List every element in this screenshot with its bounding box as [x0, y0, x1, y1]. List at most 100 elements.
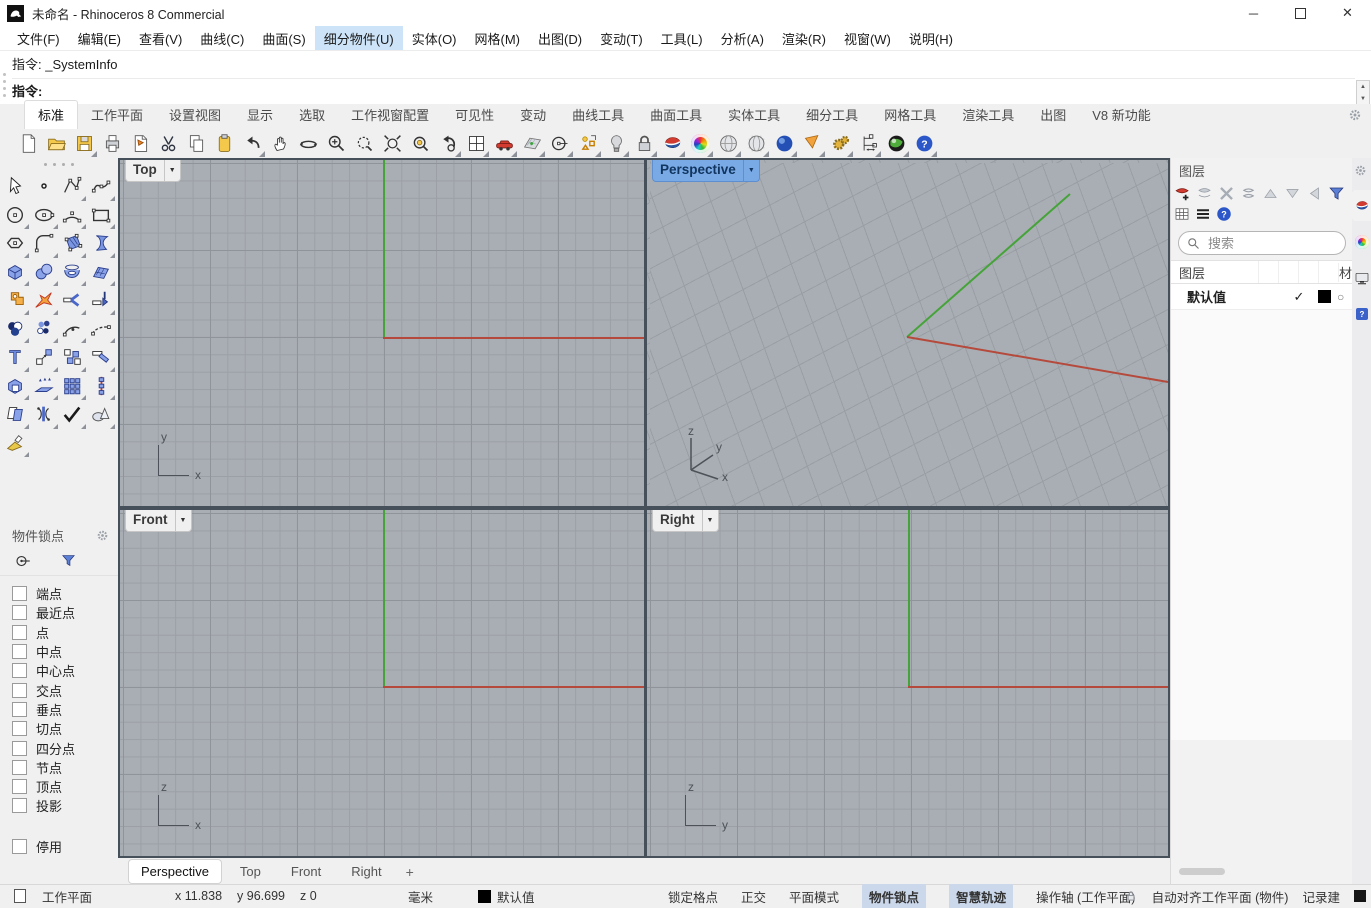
patch-tool-icon[interactable] — [87, 258, 116, 287]
print-icon[interactable] — [99, 131, 125, 157]
osnap-option[interactable]: 四分点 — [12, 738, 118, 757]
panel-help-icon[interactable]: ? — [1215, 205, 1233, 223]
explode-puzzle-icon[interactable] — [1, 286, 30, 315]
move-left-icon[interactable] — [1305, 184, 1324, 203]
menu-item[interactable]: 曲线(C) — [191, 26, 253, 51]
toolbar-tab[interactable]: 工作视窗配置 — [338, 101, 442, 129]
duplicate-layer-icon[interactable] — [1239, 184, 1258, 203]
viewport-canvas-front[interactable]: zx Front ▼ — [120, 510, 644, 856]
status-toggle[interactable]: 平面模式 — [789, 887, 839, 906]
maximize-icon[interactable] — [1277, 0, 1324, 26]
new-layer-icon[interactable] — [1173, 184, 1192, 203]
split-tool-icon[interactable] — [87, 286, 116, 315]
new-file-icon[interactable] — [15, 131, 41, 157]
current-layer-pane[interactable]: 默认值 — [478, 885, 535, 907]
osnap-option[interactable]: 投影 — [12, 796, 118, 815]
toolbar-tab[interactable]: V8 新功能 — [1079, 101, 1164, 129]
checkbox[interactable] — [12, 586, 27, 602]
undo-icon[interactable] — [239, 131, 265, 157]
checkbox[interactable] — [12, 663, 27, 679]
viewport-label-front[interactable]: Front ▼ — [125, 510, 192, 532]
options-gears-icon[interactable] — [827, 131, 853, 157]
toolbar-tab[interactable]: 曲面工具 — [637, 101, 715, 129]
layer-list-empty-area[interactable] — [1171, 309, 1353, 740]
surface-from-points-icon[interactable] — [58, 229, 87, 258]
set-cplane-icon[interactable] — [519, 131, 545, 157]
toolbar-tab[interactable]: 设置视图 — [156, 101, 234, 129]
units-pane[interactable]: 毫米 — [408, 887, 433, 906]
solid-union-icon[interactable] — [1, 372, 30, 401]
checkbox[interactable] — [12, 721, 27, 737]
menu-lines-icon[interactable] — [1194, 205, 1212, 223]
array-tool-icon[interactable] — [58, 372, 87, 401]
check-tool-icon[interactable] — [58, 400, 87, 429]
copy-icon[interactable] — [183, 131, 209, 157]
osnap-option[interactable]: 中点 — [12, 642, 118, 661]
osnap-option[interactable]: 交点 — [12, 680, 118, 699]
menu-item[interactable]: 编辑(E) — [69, 26, 130, 51]
text-tool-icon[interactable]: T — [1, 343, 30, 372]
linear-array-tool-icon[interactable] — [87, 372, 116, 401]
delete-layer-icon[interactable] — [1217, 184, 1236, 203]
toolbar-tab[interactable]: 渲染工具 — [949, 101, 1027, 129]
blend-curve-icon[interactable] — [87, 315, 116, 344]
viewport-label-perspective[interactable]: Perspective ▼ — [652, 160, 760, 182]
shaded-viewport-icon[interactable] — [715, 131, 741, 157]
menu-item[interactable]: 分析(A) — [712, 26, 773, 51]
orient-tool-icon[interactable] — [30, 400, 58, 429]
materials-tab-icon[interactable] — [1352, 226, 1371, 257]
explode-burst-icon[interactable] — [30, 286, 58, 315]
gear-icon[interactable] — [95, 528, 110, 543]
loft-tool-icon[interactable] — [58, 258, 87, 287]
select-cursor-icon[interactable] — [1, 172, 29, 201]
viewport-tab[interactable]: Front — [279, 860, 333, 883]
checkbox[interactable] — [12, 740, 27, 756]
named-views-icon[interactable] — [491, 131, 517, 157]
cplane-pane[interactable]: 工作平面 — [42, 887, 92, 906]
save-icon[interactable] — [71, 131, 97, 157]
close-icon[interactable]: ✕ — [1324, 0, 1371, 26]
selection-filter-icon[interactable] — [575, 131, 601, 157]
cut-icon[interactable] — [155, 131, 181, 157]
filter-funnel-icon[interactable] — [1327, 184, 1346, 203]
osnap-option[interactable]: 中心点 — [12, 661, 118, 680]
copy-tool-icon[interactable] — [58, 343, 87, 372]
paste-icon[interactable] — [211, 131, 237, 157]
adjust-curve-icon[interactable] — [58, 315, 87, 344]
rotate-view-icon[interactable] — [295, 131, 321, 157]
toolbar-tab[interactable]: 可见性 — [442, 101, 507, 129]
new-sublayer-icon[interactable] — [1195, 184, 1214, 203]
render-globe-icon[interactable] — [883, 131, 909, 157]
checkbox[interactable] — [12, 682, 27, 698]
menu-item[interactable]: 出图(D) — [529, 26, 591, 51]
osnap-tab-icon[interactable] — [14, 552, 32, 570]
search-input[interactable] — [1206, 234, 1320, 252]
checkbox[interactable] — [12, 798, 27, 814]
palette-grip[interactable] — [0, 158, 118, 170]
osnap-option[interactable]: 端点 — [12, 584, 118, 603]
viewport-tab[interactable]: Perspective — [128, 859, 222, 884]
menu-item[interactable]: 文件(F) — [8, 26, 69, 51]
rendered-viewport-icon[interactable] — [771, 131, 797, 157]
osnap-option[interactable]: 顶点 — [12, 777, 118, 796]
trim-tool-icon[interactable] — [58, 286, 87, 315]
layer-search-box[interactable] — [1178, 231, 1346, 255]
circle-tool-icon[interactable] — [1, 201, 30, 230]
viewport-label-top[interactable]: Top ▼ — [125, 160, 181, 182]
status-toggle[interactable]: 物件锁点 — [862, 883, 927, 908]
zoom-window-icon[interactable] — [351, 131, 377, 157]
menu-item[interactable]: 变动(T) — [591, 26, 652, 51]
toolbar-tab[interactable]: 选取 — [286, 101, 338, 129]
open-file-icon[interactable] — [43, 131, 69, 157]
help-tab-icon[interactable]: ? — [1352, 298, 1371, 329]
toolbar-tab[interactable]: 网格工具 — [871, 101, 949, 129]
status-toggle[interactable]: 智慧轨迹 — [949, 883, 1014, 908]
osnap-option[interactable]: 垂点 — [12, 700, 118, 719]
checkbox[interactable] — [12, 624, 27, 640]
toolbar-tab[interactable]: 曲线工具 — [559, 101, 637, 129]
menu-item[interactable]: 视窗(W) — [835, 26, 900, 51]
polygon-tool-icon[interactable] — [1, 229, 30, 258]
current-layer-check[interactable]: ✓ — [1286, 289, 1312, 305]
chevron-down-icon[interactable]: ▼ — [174, 510, 191, 531]
fillet-curve-icon[interactable] — [30, 229, 58, 258]
